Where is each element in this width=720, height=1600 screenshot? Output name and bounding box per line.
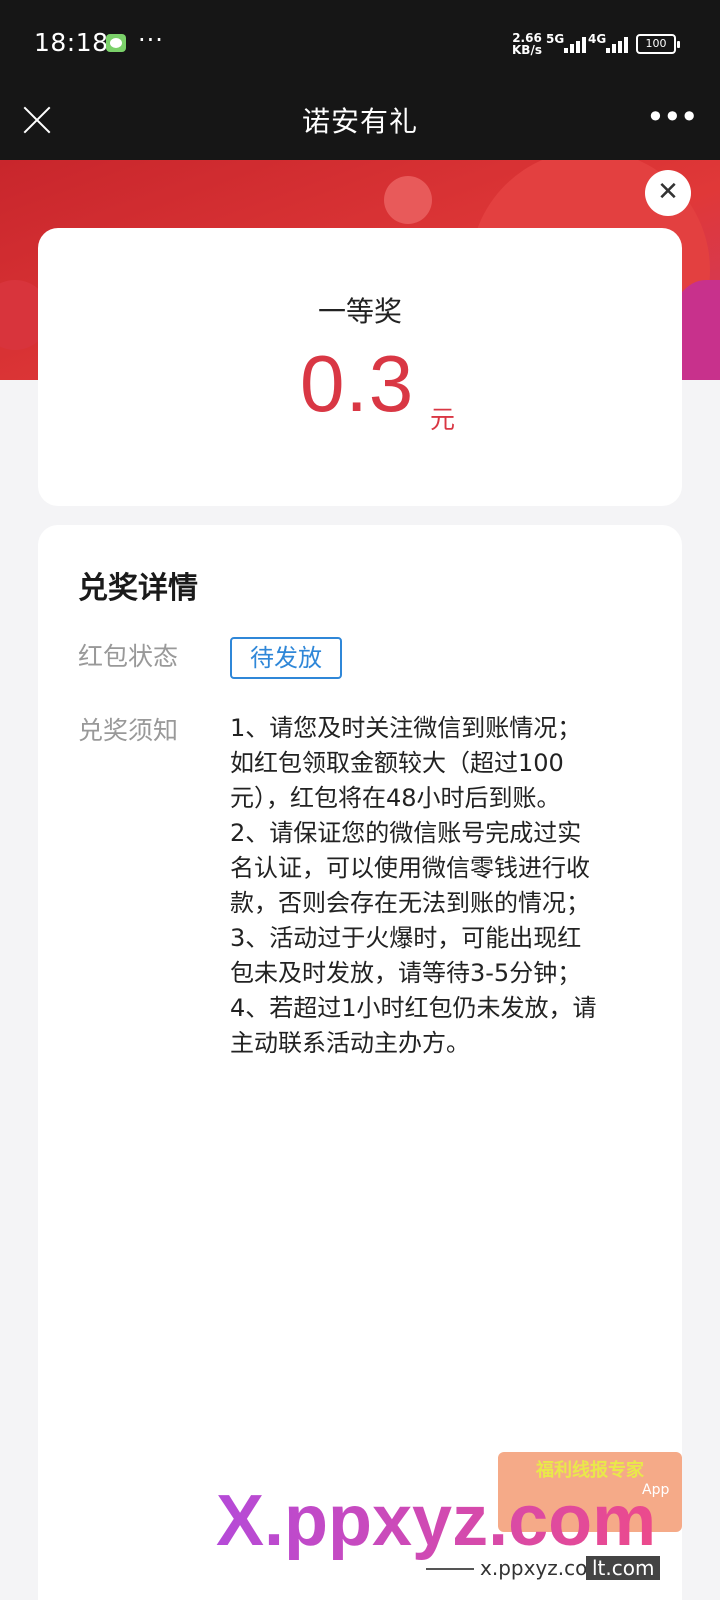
detail-title: 兑奖详情 <box>78 571 198 606</box>
status-badge: 待发放 <box>230 637 342 679</box>
notice-line: 如红包领取金额较大（超过100 <box>230 749 564 777</box>
watermark: 福利线报专家 App X.ppxyz.com x.ppxyz.com lt.co… <box>216 1450 696 1590</box>
notice-line: 1、请您及时关注微信到账情况； <box>230 714 582 742</box>
detail-card: 兑奖详情 红包状态 待发放 兑奖须知 1、请您及时关注微信到账情况； 如红包领取… <box>38 525 682 1600</box>
status-label: 红包状态 <box>78 642 179 671</box>
status-time: 18:18 <box>34 28 109 57</box>
notice-line: 包未及时发放，请等待3-5分钟； <box>230 959 582 987</box>
more-notifications-icon: ··· <box>138 26 164 54</box>
prize-unit: 元 <box>430 405 456 434</box>
notice-line: 主动联系活动主办方。 <box>230 1029 470 1057</box>
signal-bars-icon <box>602 37 628 53</box>
network-speed: 2.66 KB/s <box>512 32 542 56</box>
wechat-notification-icon <box>106 34 126 52</box>
notice-label: 兑奖须知 <box>78 716 179 745</box>
watermark-logo: X.ppxyz.com <box>216 1481 657 1561</box>
notice-line: 款，否则会存在无法到账的情况； <box>230 889 590 917</box>
prize-amount: 0.3 <box>300 339 415 428</box>
notice-line: 3、活动过于火爆时，可能出现红 <box>230 924 582 952</box>
watermark-badge-text: 福利线报专家 <box>536 1460 644 1481</box>
prize-card: 一等奖 0.3 元 <box>38 228 682 506</box>
nav-bar: 诺安有礼 ••• <box>0 90 720 160</box>
notice-line: 2、请保证您的微信账号完成过实 <box>230 819 582 847</box>
more-menu-icon[interactable]: ••• <box>646 98 699 136</box>
page-title: 诺安有礼 <box>301 105 418 138</box>
popup-close-button[interactable]: ✕ <box>645 170 691 216</box>
notice-line: 4、若超过1小时红包仍未发放，请 <box>230 994 597 1022</box>
prize-level: 一等奖 <box>317 295 402 328</box>
decor-circle <box>384 176 432 224</box>
notice-text: 1、请您及时关注微信到账情况； 如红包领取金额较大（超过100 元），红包将在4… <box>230 711 650 1061</box>
network-speed-unit: KB/s <box>512 43 542 57</box>
notice-line: 名认证，可以使用微信零钱进行收 <box>230 854 590 882</box>
battery-icon: 100 <box>636 34 680 54</box>
status-bar: 18:18 ··· 2.66 KB/s 5G 4G 100 <box>0 0 720 90</box>
watermark-url-secondary: lt.com <box>586 1556 661 1580</box>
signal-bars-icon <box>560 37 586 53</box>
notice-line: 元），红包将在48小时后到账。 <box>230 784 561 812</box>
watermark-divider <box>426 1568 474 1570</box>
